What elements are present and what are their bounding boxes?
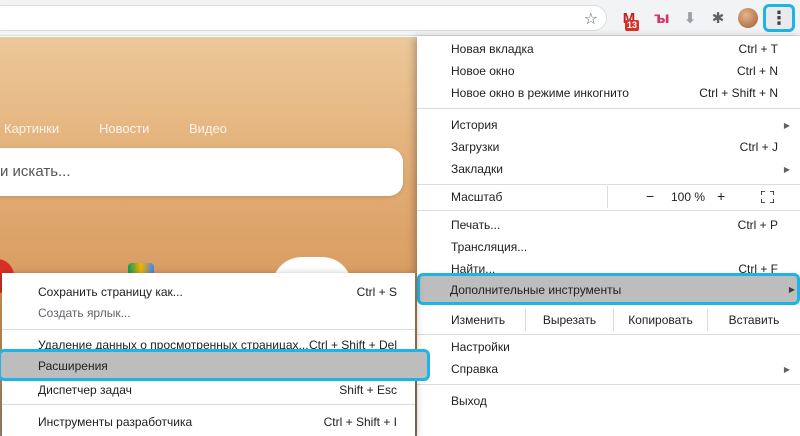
menu-item-settings[interactable]: Настройки [417,336,800,358]
submenu-item-create-shortcut[interactable]: Создать ярлык... [2,302,415,324]
menu-separator [2,404,415,405]
gmail-badge: 13 [625,20,640,31]
menu-item-downloads[interactable]: Загрузки Ctrl + J [417,136,800,158]
submenu-arrow-icon: ▶ [783,120,790,130]
menu-zoom-row: Масштаб − 100 % + [417,186,800,208]
search-placeholder: и искать... [0,163,71,180]
menu-separator [417,384,800,385]
copy-button[interactable]: Копировать [613,309,707,331]
extensions-puzzle-icon[interactable]: ✱ [707,7,729,29]
submenu-arrow-icon: ▶ [783,164,790,174]
browser-toolbar: ☆ M 13 ꙑ ⬇ ✱ ⋮ [0,0,800,36]
address-bar[interactable]: ☆ [0,5,607,31]
zoom-in-button[interactable]: + [717,188,725,204]
submenu-item-dev-tools[interactable]: Инструменты разработчика Ctrl + Shift + … [2,411,415,433]
menu-item-new-window[interactable]: Новое окно Ctrl + N [417,60,800,82]
menu-separator [2,329,415,330]
menu-item-exit[interactable]: Выход [417,390,800,412]
zoom-value: 100 % [670,190,706,204]
menu-item-incognito[interactable]: Новое окно в режиме инкогнито Ctrl + Shi… [417,82,800,104]
submenu-item-task-manager[interactable]: Диспетчер задач Shift + Esc [2,379,415,401]
submenu-arrow-icon: ▶ [788,285,795,294]
nav-images-link[interactable]: Картинки [4,121,59,136]
menu-separator [417,108,800,109]
download-arrow-icon[interactable]: ⬇ [679,7,701,29]
menu-item-help[interactable]: Справка ▶ [417,358,800,380]
submenu-item-extensions[interactable]: Расширения [0,349,430,381]
bookmark-star-icon[interactable]: ☆ [584,9,598,29]
menu-separator [417,184,800,185]
edit-label: Изменить [451,313,506,327]
fullscreen-icon[interactable] [761,191,774,203]
menu-item-new-tab[interactable]: Новая вкладка Ctrl + T [417,38,800,60]
menu-item-more-tools[interactable]: Дополнительные инструменты ▶ [417,273,800,305]
zoom-out-button[interactable]: − [646,188,654,204]
chrome-main-menu: Новая вкладка Ctrl + T Новое окно Ctrl +… [417,36,800,436]
profile-avatar[interactable] [738,8,758,28]
nav-news-link[interactable]: Новости [99,121,149,136]
menu-item-cast[interactable]: Трансляция... [417,236,800,258]
extension-icon-pink[interactable]: ꙑ [651,7,673,29]
menu-item-history[interactable]: История ▶ [417,114,800,136]
nav-video-link[interactable]: Видео [189,121,227,136]
submenu-item-save-page[interactable]: Сохранить страницу как... Ctrl + S [2,281,415,303]
paste-button[interactable]: Вставить [707,309,800,331]
zoom-label: Масштаб [451,190,503,204]
menu-item-print[interactable]: Печать... Ctrl + P [417,214,800,236]
chrome-menu-button[interactable]: ⋮ [763,4,795,32]
menu-separator [417,210,800,211]
search-input[interactable]: и искать... [0,148,403,196]
menu-edit-row: Изменить Вырезать Копировать Вставить [417,309,800,331]
menu-separator [417,334,800,335]
cut-button[interactable]: Вырезать [525,309,613,331]
more-tools-submenu: Сохранить страницу как... Ctrl + S Созда… [0,273,430,436]
submenu-arrow-icon: ▶ [783,364,790,374]
menu-item-bookmarks[interactable]: Закладки ▶ [417,158,800,180]
